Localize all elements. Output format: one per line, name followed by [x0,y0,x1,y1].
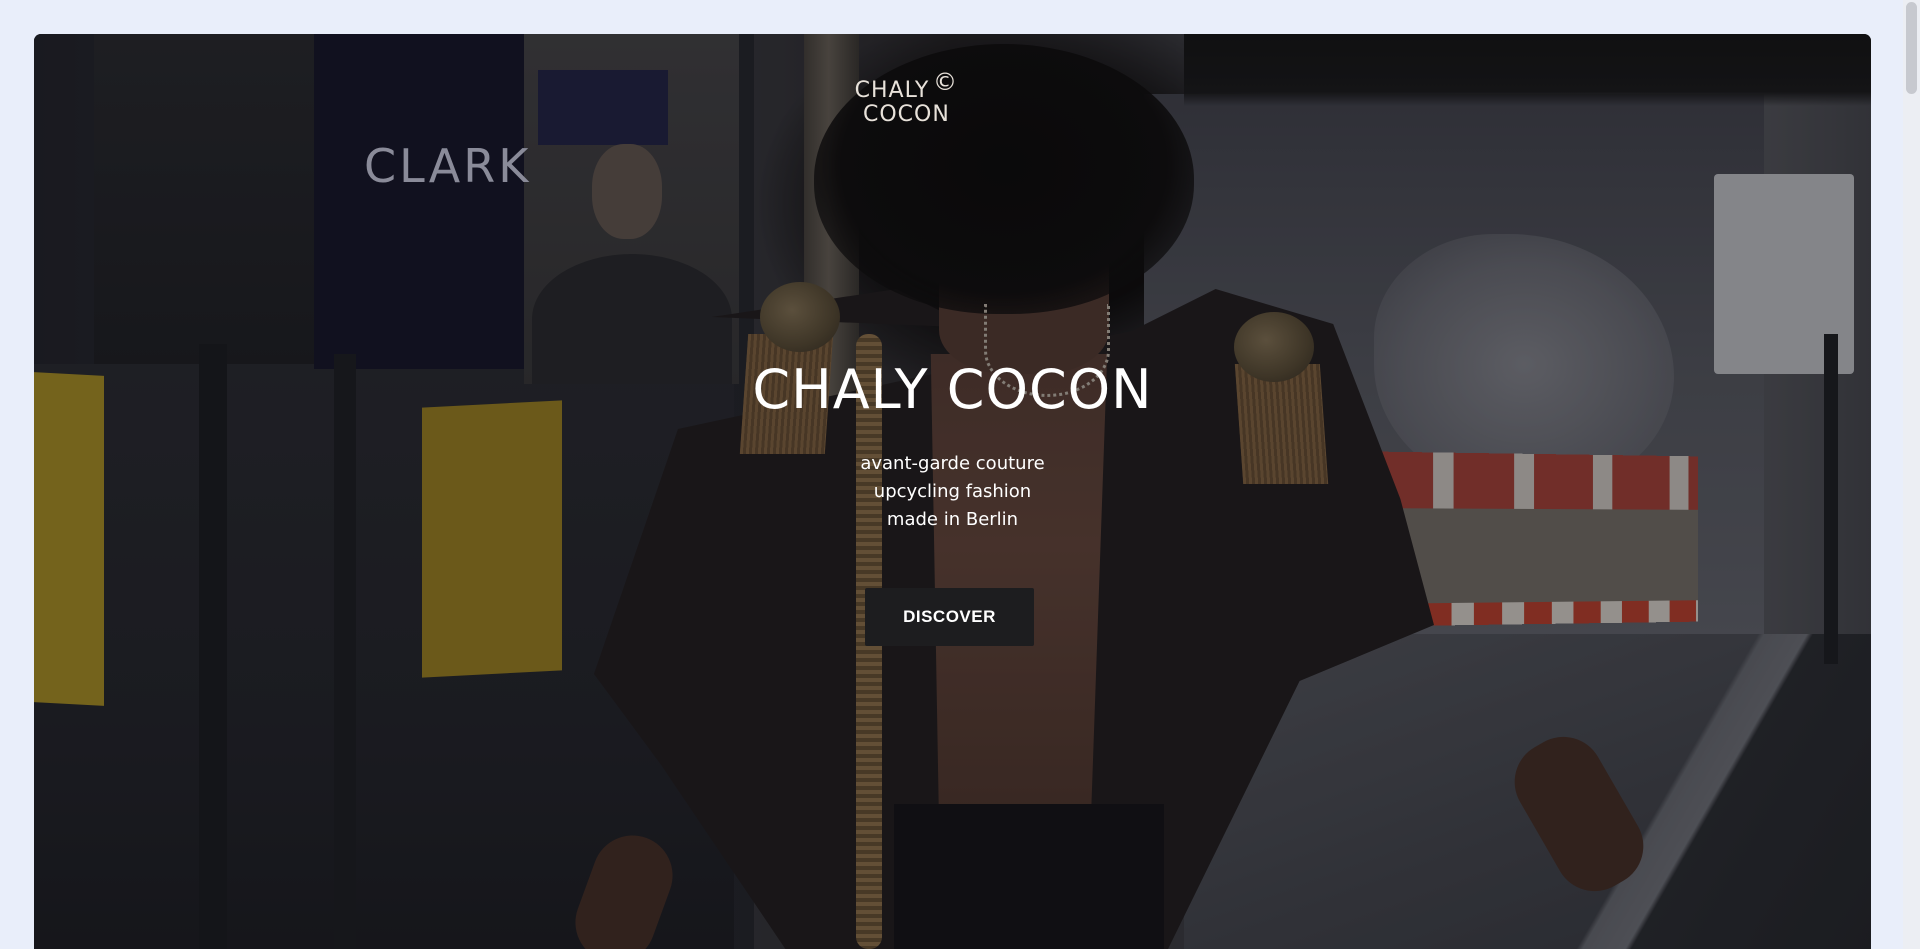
logo-line-2: COCON [863,102,950,127]
hero-tagline: avant-garde couture upcycling fashion ma… [34,450,1871,534]
hero-headline: CHALY COCON [752,358,1153,421]
logo-line-1: CHALY [854,78,930,103]
poster-text: CLARK [364,139,532,193]
page-scrollbar[interactable] [1903,0,1920,949]
tagline-line: upcycling fashion [873,481,1032,502]
scrollbar-thumb[interactable] [1906,2,1917,94]
discover-button[interactable]: DISCOVER [865,588,1034,646]
brand-logo[interactable]: © CHALY COCON [853,36,969,126]
page: CLARK © CHALY COCON CHALY COCON avant-ga… [0,0,1920,949]
tagline-line: made in Berlin [886,509,1019,530]
tagline-line: avant-garde couture [860,453,1045,474]
logo-copyright-mark: © [933,68,957,96]
